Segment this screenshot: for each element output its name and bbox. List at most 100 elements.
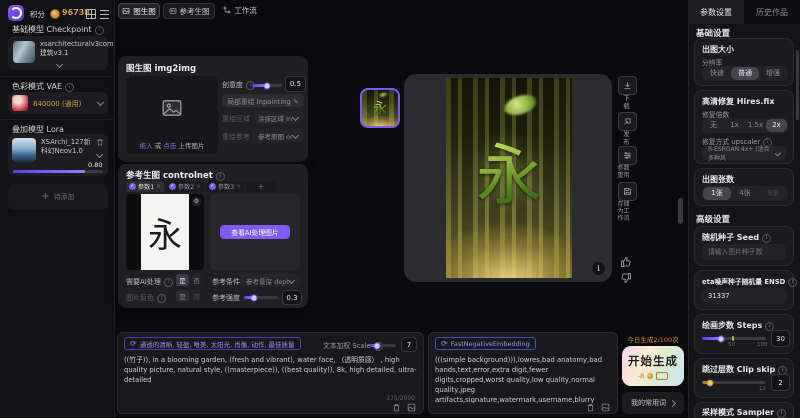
close-icon[interactable]: ×	[156, 183, 161, 190]
coin-icon	[647, 373, 653, 379]
check-circle-icon: ✓	[129, 183, 136, 190]
invert-no-button[interactable]: 否	[190, 290, 203, 302]
my-common-words-button[interactable]: 我的常用词	[622, 392, 684, 414]
check-circle-icon: ✓	[169, 183, 176, 190]
save-workflow-button[interactable]	[618, 182, 637, 201]
ref-strength-value[interactable]: 0.3	[282, 290, 302, 305]
generate-cost: -8	[638, 372, 644, 380]
resolution-segment[interactable]: 快速 普通 增强	[702, 66, 788, 81]
tab-img2img[interactable]: 图生图	[118, 3, 160, 19]
denoise-value[interactable]: 0.5	[285, 76, 306, 92]
batch-segment[interactable]: 1张 4张 9张	[702, 186, 788, 201]
trash-icon[interactable]	[586, 403, 595, 412]
seed-input[interactable]	[702, 244, 786, 260]
download-button[interactable]	[618, 76, 637, 95]
trash-icon[interactable]	[96, 138, 104, 146]
controlnet-tab-3[interactable]: ✓ 参数3 ×	[206, 181, 244, 192]
batch-option-4[interactable]: 4张	[731, 187, 759, 200]
hires-option-none[interactable]: 无	[703, 119, 724, 132]
controlnet-image-box[interactable]: 永 ⚙	[126, 194, 204, 270]
denoise-slider[interactable]	[252, 84, 282, 87]
controlnet-add-tab[interactable]: +	[246, 181, 276, 192]
clip-skip-value[interactable]: 2	[771, 374, 790, 391]
chevron-down-icon[interactable]	[56, 61, 63, 68]
positive-prompt-input[interactable]: ((竹子)), in a blooming garden, (fresh and…	[124, 355, 417, 399]
steps-value[interactable]: 30	[771, 330, 790, 347]
reuse-params-button[interactable]	[618, 146, 637, 165]
batch-option-1[interactable]: 1张	[703, 187, 731, 200]
resolution-option-enhanced[interactable]: 增强	[759, 67, 787, 80]
refresh-icon[interactable]: ⟳	[441, 340, 448, 348]
ensd-card: eta噪声种子随机量 ENSDi	[694, 270, 794, 310]
hires-option-2x[interactable]: 2x	[766, 119, 787, 132]
gear-icon[interactable]: ⚙	[192, 197, 201, 206]
thumbnail-glyph: 永	[373, 98, 387, 118]
tab-ref-generate-label: 参考生图	[180, 6, 210, 17]
hires-option-15x[interactable]: 1.5x	[745, 119, 766, 132]
image-size-card: 出图大小 分辨率 快速 普通 增强	[694, 38, 794, 86]
clip-skip-slider[interactable]	[702, 381, 766, 384]
image-upload-dropzone[interactable]: 拖入 或 点击 上传图片	[126, 76, 218, 154]
view-ai-image-button[interactable]: 查看AI处理图片	[220, 225, 290, 239]
resolution-option-fast[interactable]: 快速	[703, 67, 731, 80]
app-logo[interactable]	[8, 5, 24, 21]
ref-strength-slider[interactable]	[244, 296, 278, 299]
redraw-ref-select[interactable]: 参考原图 or	[252, 129, 304, 142]
upscaler-select[interactable]: R-ESRGAN 4x+ (适合多种风	[702, 146, 786, 160]
chevron-down-icon[interactable]	[96, 151, 103, 158]
tab-history-works[interactable]: 历史作品	[744, 0, 800, 24]
image-info-icon[interactable]: i	[592, 262, 605, 275]
calligraphy-glyph: 永	[148, 208, 182, 257]
upload-click-word[interactable]: 点击	[163, 142, 176, 150]
vae-select[interactable]: 840000 (通用)	[8, 92, 108, 114]
lora-weight-slider[interactable]	[13, 170, 103, 173]
close-icon[interactable]: ×	[196, 183, 201, 190]
gallery-icon[interactable]	[601, 403, 610, 412]
battery-icon	[656, 372, 668, 380]
generate-button[interactable]: 开始生成 -8	[622, 346, 684, 386]
prompt-suggestion-chip[interactable]: ⟳ 通透的清晰, 轻盈, 唯美, 太阳光, 肖像, 动作, 最佳质量	[124, 337, 301, 350]
ai-process-no-button[interactable]: 否	[190, 274, 203, 286]
checkpoint-card[interactable]: xsarchitecturalv3com建筑v3.1	[8, 36, 108, 70]
ref-condition-select[interactable]: 参考景深 dept	[240, 274, 300, 287]
scale-value[interactable]: 7	[401, 337, 417, 352]
divider	[0, 76, 114, 77]
trash-icon[interactable]	[392, 403, 401, 412]
lora-card[interactable]: XSArchi_127新科幻Neov1.0 0.80	[8, 134, 108, 176]
ensd-input[interactable]	[702, 288, 786, 304]
refresh-icon[interactable]: ⟳	[130, 340, 137, 348]
generated-image[interactable]: 永	[446, 78, 572, 278]
positive-prompt-panel: ⟳ 通透的清晰, 轻盈, 唯美, 太阳光, 肖像, 动作, 最佳质量 文本加权 …	[117, 332, 424, 414]
thumbs-up-icon[interactable]	[620, 256, 632, 268]
gallery-icon[interactable]	[407, 403, 416, 412]
close-icon[interactable]: ×	[236, 183, 241, 190]
img2img-panel-title: 图生图 img2img	[126, 62, 196, 74]
chevron-right-icon	[669, 399, 676, 406]
menu-icon[interactable]	[100, 10, 109, 19]
thumbs-down-icon[interactable]	[620, 272, 632, 284]
controlnet-tab-1[interactable]: ✓ 参数1 ×	[126, 181, 164, 192]
invert-yes-button[interactable]: 是	[176, 290, 189, 302]
negative-embedding-chip[interactable]: ⟳ FastNegativeEmbedding	[435, 337, 536, 350]
info-icon: i	[157, 294, 166, 303]
tab-ref-generate[interactable]: 参考生图	[163, 3, 215, 19]
denoise-label: 创意度i	[222, 80, 255, 90]
resolution-option-normal[interactable]: 普通	[731, 67, 759, 80]
ai-process-yes-button[interactable]: 是	[176, 274, 189, 286]
panel-collapse-handle[interactable]	[678, 198, 683, 224]
scale-slider[interactable]	[370, 344, 396, 347]
lora-add-button[interactable]: + 待添加	[8, 184, 108, 210]
grid-icon[interactable]	[86, 9, 96, 19]
tab-parameter-settings[interactable]: 参数设置	[688, 0, 744, 24]
controlnet-tab-2[interactable]: ✓ 参数2 ×	[166, 181, 204, 192]
steps-slider[interactable]	[702, 337, 766, 340]
tab-workflow[interactable]: 工作流	[220, 3, 260, 17]
result-thumbnail[interactable]: 永	[360, 88, 400, 128]
hires-scale-segment[interactable]: 无 1x 1.5x 2x	[702, 118, 788, 133]
redraw-area-select[interactable]: 涂抹区域 In	[252, 111, 304, 124]
negative-prompt-input[interactable]: (((simple background))),lowres,bad anato…	[435, 355, 613, 403]
inpaint-button[interactable]: 局部重绘 Inpainting ✎	[222, 94, 304, 107]
publish-button[interactable]	[618, 112, 637, 131]
scrollbar-thumb[interactable]	[796, 50, 799, 120]
hires-option-1x[interactable]: 1x	[724, 119, 745, 132]
